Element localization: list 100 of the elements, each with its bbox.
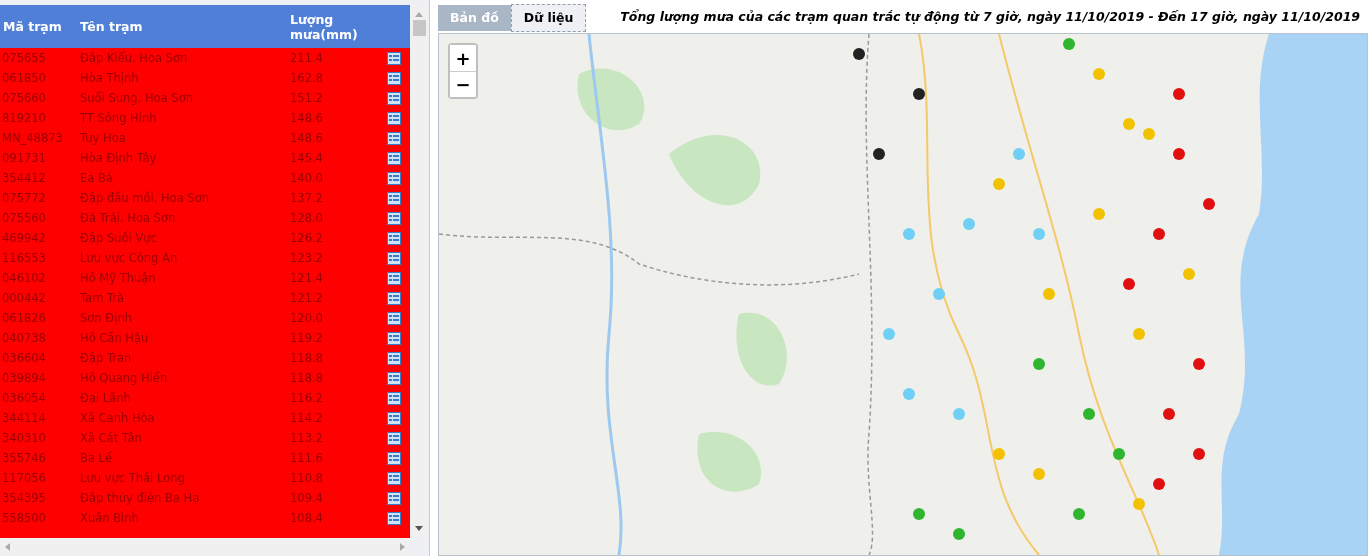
table-cell-text: 117056: [1, 471, 47, 485]
scrollbar-thumb[interactable]: [412, 20, 426, 36]
table-cell-text: Xuân Bình: [79, 511, 140, 525]
table-cell-text: 091731: [1, 151, 47, 165]
table-cell-text: 000442: [1, 291, 47, 305]
left-arrow-icon[interactable]: [4, 543, 10, 551]
table-cell-text: 116553: [1, 251, 47, 265]
table-cell-text: 137.2: [289, 191, 324, 205]
table-cell-text: TT Sông Hinh: [79, 111, 158, 125]
table-cell-text: 075772: [1, 191, 47, 205]
column-header: Lượng mưa(mm): [290, 11, 359, 42]
table-cell-text: 469942: [1, 231, 47, 245]
table-cell-text: 114.2: [289, 411, 324, 425]
right-arrow-icon[interactable]: [400, 543, 406, 551]
table-icon[interactable]: [387, 471, 401, 485]
table-cell-text: Ba Lế: [79, 451, 114, 465]
table-icon[interactable]: [387, 311, 401, 325]
table-cell-text: 113.2: [289, 431, 324, 445]
table-cell-text: Đập Tran: [79, 351, 133, 365]
table-cell-text: 109.4: [289, 491, 324, 505]
table-icon[interactable]: [387, 271, 401, 285]
table-cell-text: 046102: [1, 271, 47, 285]
table-cell-text: 344114: [1, 411, 47, 425]
table-cell-text: 148.6: [289, 111, 324, 125]
table-cell-text: 162.8: [289, 71, 324, 85]
table-icon[interactable]: [387, 151, 401, 165]
table-cell-text: 061850: [1, 71, 47, 85]
table-cell-text: 558500: [1, 511, 47, 525]
table-cell-text: 061826: [1, 311, 47, 325]
table-cell-text: 120.0: [289, 311, 324, 325]
table-cell-text: Tuy Hoa: [79, 131, 127, 145]
table-cell-text: Sơn Định: [79, 311, 133, 325]
table-cell-text: 119.2: [289, 331, 324, 345]
down-arrow-icon[interactable]: [415, 526, 423, 532]
table-icon[interactable]: [387, 111, 401, 125]
table-icon[interactable]: [387, 371, 401, 385]
table-cell-text: Lưu vực Công An: [79, 251, 179, 265]
table-cell-text: 111.6: [289, 451, 324, 465]
table-icon[interactable]: [387, 211, 401, 225]
table-cell-text: Suối Sung, Hoa Sơn: [79, 91, 194, 105]
table-icon[interactable]: [387, 291, 401, 305]
table-cell-text: 108.4: [289, 511, 324, 525]
table-cell-text: 148.6: [289, 131, 324, 145]
table-cell-text: 126.2: [289, 231, 324, 245]
table-cell-text: 075655: [1, 51, 47, 65]
table-icon[interactable]: [387, 171, 401, 185]
table-cell-text: 819210: [1, 111, 47, 125]
table-icon[interactable]: [387, 231, 401, 245]
table-cell-text: Đập đầu mối, Hoa Sơn: [79, 191, 210, 205]
table-icon[interactable]: [387, 191, 401, 205]
table-cell-text: 036604: [1, 351, 47, 365]
column-header: Mã trạm: [3, 19, 63, 34]
table-cell-text: Đập thủy điện Ba Hạ: [79, 491, 201, 505]
map-title: Tổng lượng mưa của các trạm quan trắc tự động từ 7 giờ, ngày 11/10/2019 - Đến 17 giờ, ngày 11/10/2019: [620, 9, 1361, 24]
zoom-out-button[interactable]: −: [450, 71, 476, 97]
table-cell-text: Xã Cát Tân: [79, 431, 143, 445]
table-icon[interactable]: [387, 51, 401, 65]
table-icon[interactable]: [387, 91, 401, 105]
table-cell-text: Tam Trà: [79, 291, 126, 305]
table-cell-text: 145.4: [289, 151, 324, 165]
table-cell-text: Xã Canh Hòa: [79, 411, 156, 425]
table-cell-text: Đập Kiểu, Hoa Sơn: [79, 51, 189, 65]
table-cell-text: 340310: [1, 431, 47, 445]
table-cell-text: 075560: [1, 211, 47, 225]
table-icon[interactable]: [387, 391, 401, 405]
table-icon[interactable]: [387, 131, 401, 145]
table-cell-text: 118.8: [289, 351, 324, 365]
table-icon[interactable]: [387, 411, 401, 425]
table-cell-text: 075660: [1, 91, 47, 105]
table-cell-text: Hồ Cẩn Hậu: [79, 331, 150, 345]
table-icon[interactable]: [387, 511, 401, 525]
table-icon[interactable]: [387, 71, 401, 85]
table-cell-text: 123.2: [289, 251, 324, 265]
table-icon[interactable]: [387, 351, 401, 365]
table-cell-text: Lưu vực Thái Long: [79, 471, 186, 485]
table-cell-text: Đá Trải, Hoa Sơn: [79, 211, 177, 225]
table-icon[interactable]: [387, 431, 401, 445]
table-cell-text: Hồ Quang Hiển: [79, 371, 169, 385]
table-cell-text: Hồ Mỹ Thuận: [79, 271, 157, 285]
table-cell-text: MN_48873: [1, 131, 64, 145]
table-cell-text: Hòa Định Tây: [79, 151, 158, 165]
table-cell-text: 128.0: [289, 211, 324, 225]
table-cell-text: 039894: [1, 371, 47, 385]
table-cell-text: Đại Lãnh: [79, 391, 132, 405]
table-icon[interactable]: [387, 451, 401, 465]
table-icon[interactable]: [387, 331, 401, 345]
table-cell-text: 116.2: [289, 391, 324, 405]
table-cell-text: 354395: [1, 491, 47, 505]
tab[interactable]: Dữ liệu: [510, 4, 587, 32]
table-cell-text: 121.4: [289, 271, 324, 285]
table-cell-text: Đập Suối Vực: [79, 231, 158, 245]
table-cell-text: 355746: [1, 451, 47, 465]
table-icon[interactable]: [387, 251, 401, 265]
table-cell-text: 140.0: [289, 171, 324, 185]
table-icon[interactable]: [387, 491, 401, 505]
table-cell-text: 040738: [1, 331, 47, 345]
table-cell-text: 036054: [1, 391, 47, 405]
table-cell-text: 118.8: [289, 371, 324, 385]
up-arrow-icon[interactable]: [415, 11, 423, 17]
table-cell-text: 121.2: [289, 291, 324, 305]
